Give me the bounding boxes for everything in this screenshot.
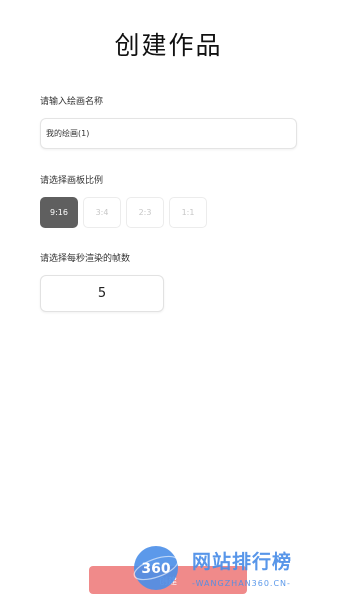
name-label: 请输入绘画名称 [40, 97, 104, 107]
page-title: 创建作品 [114, 31, 223, 60]
watermark-title: 网站排行榜 [192, 551, 293, 573]
ratio-option-3-4[interactable]: 3:4 [83, 197, 121, 228]
ratio-option-2-3[interactable]: 2:3 [126, 197, 164, 228]
watermark-logo-icon: 360 [133, 546, 179, 590]
ratio-option-9-16[interactable]: 9:16 [40, 197, 78, 228]
drawing-name-input[interactable] [40, 118, 297, 149]
watermark: 360 网站排行榜 -WANGZHAN360.CN- [130, 541, 337, 600]
ratio-option-1-1[interactable]: 1:1 [169, 197, 207, 228]
watermark-subtitle: -WANGZHAN360.CN- [192, 579, 291, 588]
fps-input[interactable]: 5 [40, 275, 164, 312]
watermark-logo-text: 360 [141, 561, 170, 577]
ratio-label: 请选择画板比例 [40, 176, 104, 186]
ratio-options: 9:16 3:4 2:3 1:1 [40, 197, 207, 228]
fps-label: 请选择每秒渲染的帧数 [40, 254, 131, 264]
